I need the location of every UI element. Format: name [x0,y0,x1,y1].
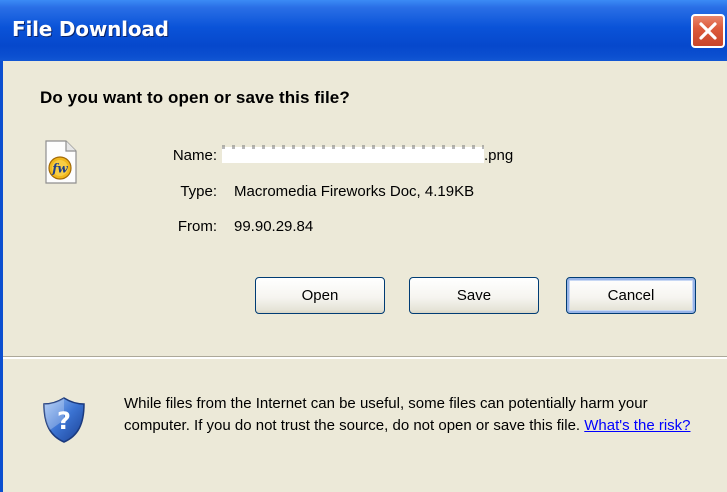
open-button[interactable]: Open [255,277,385,314]
file-name-value: .png [484,147,514,164]
security-warning-text: While files from the Internet can be use… [124,395,648,434]
file-type-label: Type: [180,183,217,200]
svg-text:?: ? [57,407,71,435]
whats-the-risk-link[interactable]: What's the risk? [584,417,690,434]
cancel-button[interactable]: Cancel [566,277,696,314]
window-frame [0,61,3,492]
file-type-row: Type: Macromedia Fireworks Doc, 4.19KB [0,183,727,203]
file-download-dialog: File Download Do you want to open or sav… [0,0,727,492]
redacted-filename [222,147,484,163]
save-button[interactable]: Save [409,277,539,314]
security-warning: While files from the Internet can be use… [124,393,714,437]
file-type-value: Macromedia Fireworks Doc, 4.19KB [234,183,475,200]
file-name-label: Name: [172,147,217,164]
dialog-separator [3,356,727,359]
redacted-filename-remnant [222,145,484,149]
dialog-question: Do you want to open or save this file? [40,88,350,107]
file-source-value: 99.90.29.84 [234,218,314,235]
close-button[interactable] [691,14,725,48]
security-shield-icon: ? [42,396,86,449]
window-title: File Download [12,17,169,41]
file-source-label: From: [177,218,217,235]
title-bar[interactable]: File Download [0,0,727,61]
close-icon [699,22,717,40]
file-source-row: From: 99.90.29.84 [0,218,727,238]
